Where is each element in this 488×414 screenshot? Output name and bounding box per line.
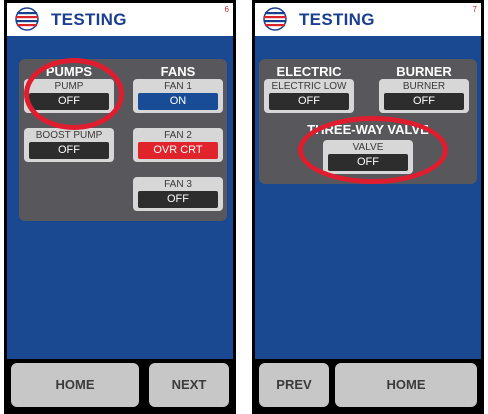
electric-burner-panel: ELECTRIC BURNER ELECTRIC LOW OFF BURNER …	[259, 59, 477, 184]
testing-screen-page-7: TESTING 7 ELECTRIC BURNER ELECTRIC LOW O…	[252, 0, 484, 414]
pumps-fans-panel: PUMPS FANS PUMP OFF FAN 1 ON BOOST PUMP …	[19, 59, 227, 221]
fan3-status: OFF	[138, 191, 218, 208]
valve-label: VALVE	[352, 142, 384, 153]
electric-low-tile[interactable]: ELECTRIC LOW OFF	[264, 79, 354, 113]
burner-status: OFF	[384, 93, 464, 110]
burner-label: BURNER	[402, 81, 446, 92]
boost-pump-label: BOOST PUMP	[35, 130, 103, 141]
fan2-tile[interactable]: FAN 2 OVR CRT	[133, 128, 223, 162]
fan3-label: FAN 3	[164, 179, 192, 190]
burner-tile[interactable]: BURNER OFF	[379, 79, 469, 113]
content-area: ELECTRIC BURNER ELECTRIC LOW OFF BURNER …	[255, 36, 481, 359]
fan2-status: OVR CRT	[138, 142, 218, 159]
home-button[interactable]: HOME	[335, 363, 477, 407]
next-button[interactable]: NEXT	[149, 363, 229, 407]
valve-status: OFF	[328, 154, 408, 171]
valve-tile[interactable]: VALVE OFF	[323, 140, 413, 174]
footer-nav: PREV HOME	[255, 359, 481, 411]
column-title-electric: ELECTRIC	[276, 64, 342, 79]
header: TESTING 7	[255, 3, 481, 36]
page-number: 7	[472, 5, 477, 14]
page-number: 6	[224, 5, 229, 14]
fan1-status: ON	[138, 93, 218, 110]
pump-tile[interactable]: PUMP OFF	[24, 79, 114, 113]
fan2-label: FAN 2	[164, 130, 192, 141]
pump-status: OFF	[29, 93, 109, 110]
boost-pump-status: OFF	[29, 142, 109, 159]
header: TESTING 6	[7, 3, 233, 36]
column-title-fans: FANS	[160, 64, 196, 79]
column-title-pumps: PUMPS	[45, 64, 93, 79]
electric-low-label: ELECTRIC LOW	[271, 81, 347, 92]
logo-icon	[15, 7, 39, 31]
electric-low-status: OFF	[269, 93, 349, 110]
fan1-tile[interactable]: FAN 1 ON	[133, 79, 223, 113]
boost-pump-tile[interactable]: BOOST PUMP OFF	[24, 128, 114, 162]
column-title-burner: BURNER	[396, 64, 452, 79]
footer-nav: HOME NEXT	[7, 359, 233, 411]
fan1-label: FAN 1	[164, 81, 192, 92]
page-title: TESTING	[51, 10, 127, 29]
fan3-tile[interactable]: FAN 3 OFF	[133, 177, 223, 211]
testing-screen-page-6: TESTING 6 PUMPS FANS PUMP OFF FAN 1 ON B…	[4, 0, 236, 414]
prev-button[interactable]: PREV	[259, 363, 329, 407]
home-button[interactable]: HOME	[11, 363, 139, 407]
pump-label: PUMP	[54, 81, 84, 92]
section-title-three-way-valve: THREE-WAY VALVE	[307, 122, 429, 137]
content-area: PUMPS FANS PUMP OFF FAN 1 ON BOOST PUMP …	[7, 36, 233, 359]
page-title: TESTING	[299, 10, 375, 29]
logo-icon	[263, 7, 287, 31]
